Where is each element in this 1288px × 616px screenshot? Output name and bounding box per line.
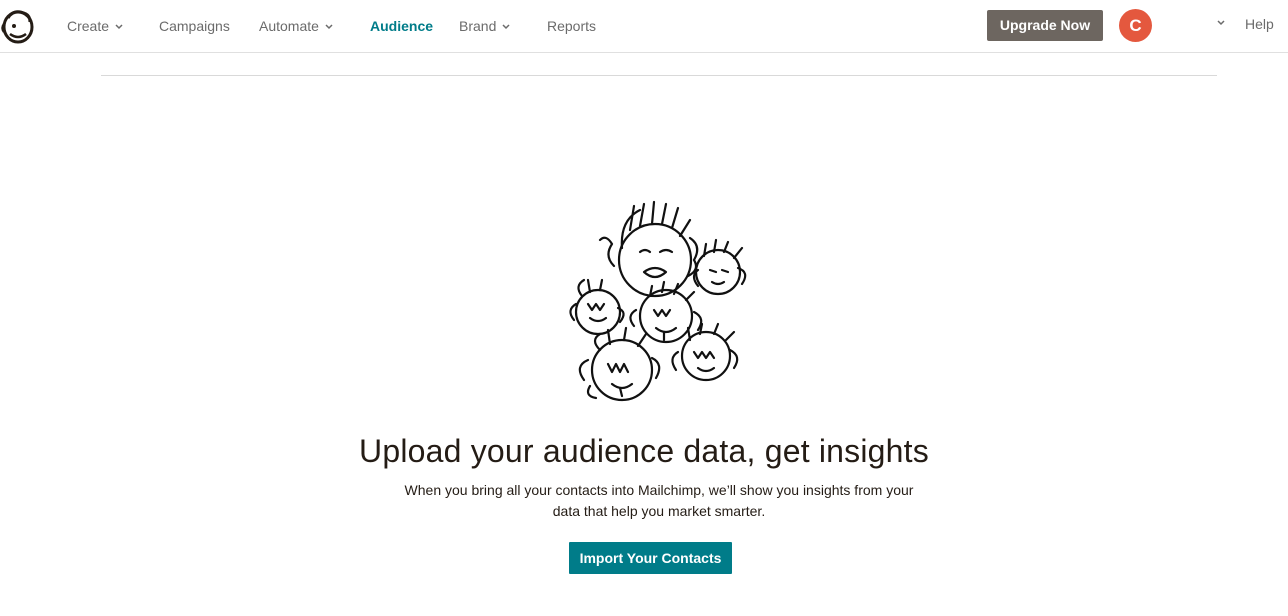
page-headline: Upload your audience data, get insights — [359, 433, 929, 469]
nav-automate-label: Automate — [259, 18, 319, 34]
mailchimp-logo-icon[interactable] — [0, 6, 36, 46]
avatar[interactable]: C — [1119, 9, 1152, 42]
nav-create-label: Create — [67, 18, 110, 34]
nav-audience-label: Audience — [370, 18, 434, 34]
nav-brand-label: Brand — [459, 18, 497, 34]
help-link[interactable]: Help — [1245, 16, 1274, 32]
nav-automate[interactable]: Automate — [259, 17, 333, 35]
chevron-down-icon — [502, 24, 510, 30]
description-line-1: When you bring all your contacts into Ma… — [404, 482, 914, 498]
nav-audience[interactable]: Audience — [370, 17, 433, 35]
chevron-down-icon[interactable] — [1216, 19, 1226, 27]
upgrade-now-button[interactable]: Upgrade Now — [987, 10, 1103, 41]
nav-reports-label: Reports — [547, 18, 597, 34]
page-description: When you bring all your contacts into Ma… — [374, 480, 944, 522]
import-contacts-button[interactable]: Import Your Contacts — [569, 542, 732, 574]
description-line-2: data that help you market smarter. — [552, 503, 766, 519]
nav-campaigns-label: Campaigns — [159, 18, 230, 34]
nav-reports[interactable]: Reports — [547, 17, 596, 35]
top-navigation-bar: Create Campaigns Automate Audience Brand… — [0, 0, 1288, 53]
nav-campaigns[interactable]: Campaigns — [159, 17, 230, 35]
content-divider — [101, 75, 1217, 76]
doodle-faces-illustration — [569, 200, 747, 402]
nav-brand[interactable]: Brand — [459, 17, 510, 35]
chevron-down-icon — [115, 24, 123, 30]
chevron-down-icon — [325, 24, 333, 30]
nav-create[interactable]: Create — [67, 17, 123, 35]
